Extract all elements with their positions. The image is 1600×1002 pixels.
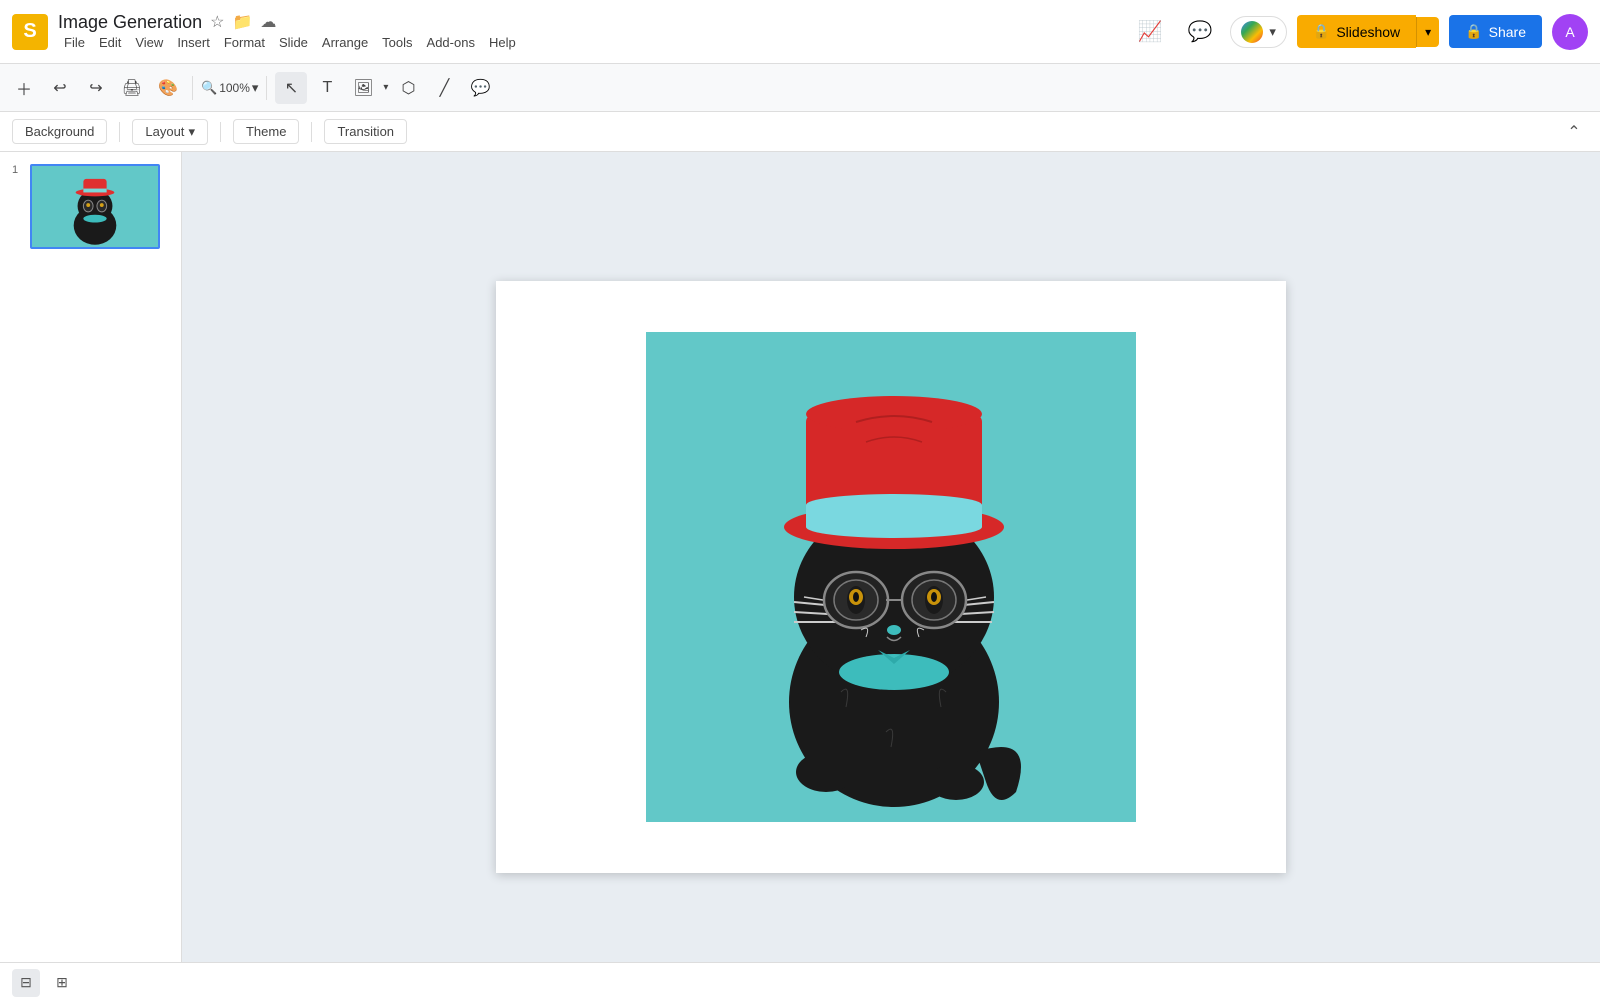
collapse-toolbar-btn[interactable]: ⌃ — [1560, 118, 1588, 146]
slideshow-btn-group: 🔒 Slideshow ▾ — [1297, 15, 1439, 48]
slide-panel: 1 — [0, 152, 182, 1002]
text-tool-btn[interactable]: T — [311, 72, 343, 104]
menu-view[interactable]: View — [129, 33, 169, 52]
secondary-toolbar: Background Layout ▾ Theme Transition ⌃ — [0, 112, 1600, 152]
transition-label: Transition — [337, 124, 394, 139]
shape-btn[interactable]: ⬡ — [392, 72, 424, 104]
theme-label: Theme — [246, 124, 286, 139]
app-icon-char: S — [23, 20, 36, 43]
toolbar-separator-1 — [192, 76, 193, 100]
meet-icon — [1241, 21, 1263, 43]
theme-button[interactable]: Theme — [233, 119, 299, 144]
select-tool-btn[interactable]: ↖ — [275, 72, 307, 104]
share-label: Share — [1489, 24, 1526, 40]
transition-button[interactable]: Transition — [324, 119, 407, 144]
menu-insert[interactable]: Insert — [171, 33, 216, 52]
main-toolbar: ＋ ↩ ↪ 🖨 🎨 🔍 100% ▾ ↖ T 🖼 ▾ ⬡ ╱ 💬 — [0, 64, 1600, 112]
undo-btn[interactable]: ↩ — [44, 72, 76, 104]
sec-separator-3 — [311, 122, 312, 142]
zoom-control[interactable]: 🔍 100% ▾ — [201, 80, 258, 96]
background-button[interactable]: Background — [12, 119, 107, 144]
folder-icon[interactable]: 📁 — [232, 12, 252, 32]
menu-tools[interactable]: Tools — [376, 33, 418, 52]
meet-button[interactable]: ▾ — [1230, 16, 1287, 48]
comment-btn[interactable]: 💬 — [464, 72, 496, 104]
menu-bar: File Edit View Insert Format Slide Arran… — [58, 33, 522, 52]
print-btn[interactable]: 🖨 — [116, 72, 148, 104]
title-area: Image Generation ☆ 📁 ☁ File Edit View In… — [58, 12, 522, 52]
background-label: Background — [25, 124, 94, 139]
sec-separator-1 — [119, 122, 120, 142]
menu-help[interactable]: Help — [483, 33, 522, 52]
sec-separator-2 — [220, 122, 221, 142]
menu-edit[interactable]: Edit — [93, 33, 127, 52]
layout-arrow-icon: ▾ — [188, 124, 195, 140]
slide-thumbnail-1[interactable]: 1 — [8, 160, 173, 253]
cat-illustration — [646, 332, 1136, 822]
grid-view-btn[interactable]: ⊞ — [48, 969, 76, 997]
menu-file[interactable]: File — [58, 33, 91, 52]
slide-thumb-inner-1 — [32, 166, 158, 247]
paint-format-btn[interactable]: 🎨 — [152, 72, 184, 104]
lock-icon: 🔒 — [1313, 23, 1330, 40]
menu-addons[interactable]: Add-ons — [421, 33, 481, 52]
slide-thumb-1[interactable] — [30, 164, 160, 249]
redo-btn[interactable]: ↪ — [80, 72, 112, 104]
slideshow-button[interactable]: 🔒 Slideshow — [1297, 15, 1416, 48]
slide-image[interactable] — [646, 332, 1136, 822]
comments-icon-btn[interactable]: 💬 — [1180, 12, 1220, 52]
main-area: 1 — [0, 152, 1600, 1002]
menu-slide[interactable]: Slide — [273, 33, 314, 52]
share-button[interactable]: 🔒 Share — [1449, 15, 1542, 48]
line-btn[interactable]: ╱ — [428, 72, 460, 104]
menu-arrange[interactable]: Arrange — [316, 33, 374, 52]
slideshow-dropdown-arrow[interactable]: ▾ — [1416, 17, 1439, 47]
slide-number-1: 1 — [12, 164, 24, 176]
top-bar: S Image Generation ☆ 📁 ☁ File Edit View … — [0, 0, 1600, 64]
list-view-btn[interactable]: ⊟ — [12, 969, 40, 997]
activity-icon-btn[interactable]: 📈 — [1130, 12, 1170, 52]
topbar-right: 📈 💬 ▾ 🔒 Slideshow ▾ 🔒 Share A — [1130, 12, 1588, 52]
add-slide-btn[interactable]: ＋ — [8, 72, 40, 104]
zoom-value: 100% — [219, 81, 250, 95]
slide-canvas[interactable] — [496, 281, 1286, 873]
zoom-icon: 🔍 — [201, 80, 217, 96]
list-view-icon: ⊟ — [20, 974, 32, 991]
zoom-arrow: ▾ — [252, 80, 259, 96]
menu-format[interactable]: Format — [218, 33, 271, 52]
cloud-icon[interactable]: ☁ — [260, 12, 276, 32]
grid-view-icon: ⊞ — [56, 974, 68, 991]
star-icon[interactable]: ☆ — [210, 12, 224, 32]
share-lock-icon: 🔒 — [1465, 23, 1482, 40]
slide-thumb-svg — [32, 164, 158, 249]
toolbar-separator-2 — [266, 76, 267, 100]
canvas-area[interactable] — [182, 152, 1600, 1002]
layout-label: Layout — [145, 124, 184, 139]
app-icon: S — [12, 14, 48, 50]
meet-label: ▾ — [1269, 24, 1276, 40]
document-title[interactable]: Image Generation — [58, 12, 202, 33]
slideshow-label: Slideshow — [1336, 24, 1400, 40]
image-btn[interactable]: 🖼 — [347, 72, 379, 104]
image-dropdown-arrow[interactable]: ▾ — [383, 82, 388, 93]
layout-button[interactable]: Layout ▾ — [132, 119, 208, 145]
bottom-bar: ⊟ ⊞ — [0, 962, 1600, 1002]
user-avatar[interactable]: A — [1552, 14, 1588, 50]
